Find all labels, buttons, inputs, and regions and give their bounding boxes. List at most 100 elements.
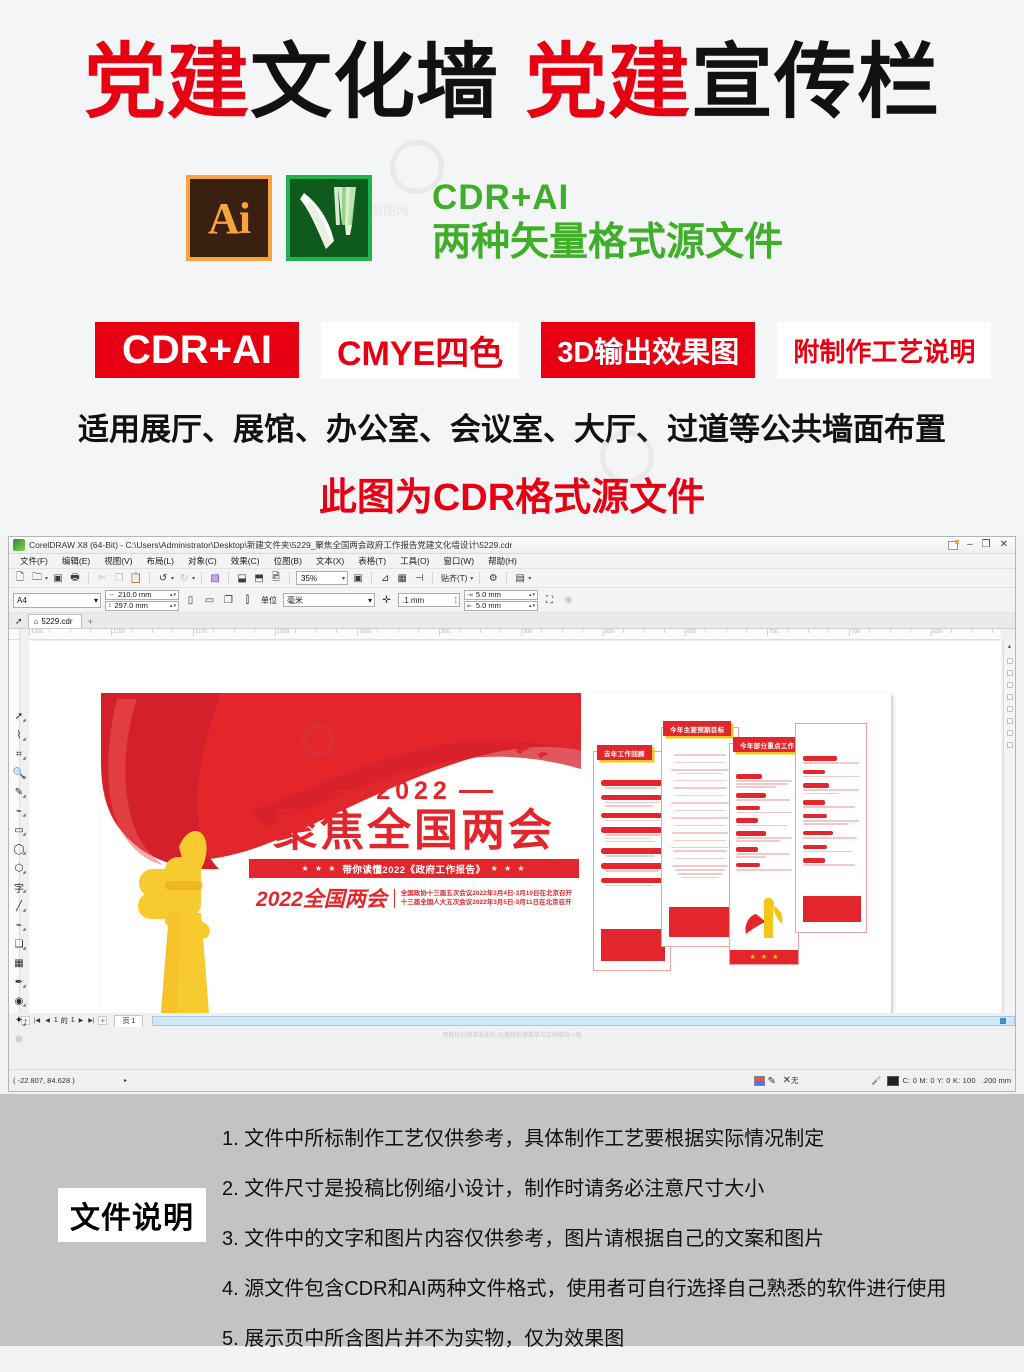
page-width-field[interactable]: ↔ 210.0 mm ▴▾ [105, 589, 179, 600]
document-tab-5229[interactable]: ⌂ 5229.cdr [27, 614, 82, 628]
menu-bitmaps[interactable]: 位图(B) [267, 555, 309, 567]
publish-pdf-icon[interactable]: 🖻 [269, 571, 283, 585]
page-tab-1[interactable]: 页 1 [114, 1014, 144, 1027]
page-preset-combo[interactable]: A4 ▾ [13, 592, 101, 608]
next-page-button[interactable]: ▶ [78, 1017, 85, 1024]
snap-off-icon[interactable]: ⊕ [561, 593, 576, 608]
menu-effects[interactable]: 效果(C) [224, 555, 267, 567]
menu-table[interactable]: 表格(T) [351, 555, 393, 567]
undo-dropdown-caret[interactable]: ▾ [171, 575, 174, 582]
import-icon[interactable]: ▨ [208, 571, 222, 585]
smart-drawing-tool-icon[interactable]: ✦ [10, 1013, 28, 1028]
snap-to-label[interactable]: 贴齐(T) [439, 573, 469, 584]
menu-tools[interactable]: 工具(O) [393, 555, 436, 567]
portrait-icon[interactable]: ▯ [183, 593, 198, 608]
smart-fill-tool-icon[interactable]: ⌁ [10, 804, 28, 819]
print-icon[interactable]: 🖶 [68, 571, 82, 585]
scrollbar-thumb[interactable] [1000, 1017, 1006, 1024]
parallel-dimension-tool-icon[interactable]: ╱ [10, 899, 28, 914]
close-button[interactable]: ✕ [1000, 540, 1008, 550]
unit-combo[interactable]: 毫米 ▾ [283, 593, 375, 607]
current-page-icon[interactable]: ⫿ [240, 593, 255, 608]
save-icon[interactable]: ▣ [51, 571, 65, 585]
docker-dot[interactable] [1006, 694, 1013, 700]
shape-tool-icon[interactable]: ⌇ [10, 728, 28, 743]
duplicate-y-field[interactable]: ⇤ 5.0 mm ▴▾ [464, 600, 538, 611]
new-document-icon[interactable]: 🗋 [13, 571, 27, 585]
align-icon[interactable]: ⊣ [412, 571, 426, 585]
horizontal-scrollbar[interactable] [152, 1015, 1015, 1026]
vertical-scrollbar[interactable]: ▲ [1003, 641, 1015, 1013]
crop-tool-icon[interactable]: ⌗ [10, 747, 28, 762]
view-mode-icon[interactable]: ▤ [513, 571, 527, 585]
prev-page-button[interactable]: ◀ [44, 1017, 51, 1024]
ellipse-tool-icon[interactable]: ◯ [10, 842, 28, 857]
fill-color-swatch[interactable] [886, 1075, 899, 1086]
open-folder-icon[interactable]: 🗀 [30, 571, 44, 585]
options-gear-icon[interactable]: ⚙ [486, 571, 500, 585]
menu-window[interactable]: 窗口(W) [436, 555, 481, 567]
outline-tool-icon[interactable]: ⊕ [10, 1032, 28, 1047]
undo-icon[interactable]: ↺ [156, 571, 170, 585]
transparency-tool-icon[interactable]: ▦ [10, 956, 28, 971]
zoom-level-combo[interactable]: 35% ▾ [296, 571, 349, 585]
color-eyedropper-tool-icon[interactable]: ✒ [10, 975, 28, 990]
docker-dot[interactable] [1006, 670, 1013, 676]
nudge-spinner[interactable]: ⁞ [455, 596, 457, 605]
docker-dot[interactable] [1006, 682, 1013, 688]
open-dropdown-caret[interactable]: ▾ [45, 575, 48, 582]
menu-view[interactable]: 视图(V) [97, 555, 139, 567]
straight-line-connector-icon[interactable]: ⌁ [10, 918, 28, 933]
text-tool-icon[interactable]: 字 [10, 880, 28, 895]
export-icon[interactable]: ⬓ [235, 571, 249, 585]
duplicate-x-field[interactable]: ⇥ 5.0 mm ▴▾ [464, 589, 538, 600]
dup-y-spinner[interactable]: ▴▾ [529, 603, 536, 609]
view-mode-caret[interactable]: ▾ [528, 575, 531, 582]
menu-text[interactable]: 文本(X) [309, 555, 351, 567]
first-page-button[interactable]: |◀ [33, 1017, 41, 1024]
snap-dropdown-caret[interactable]: ▾ [470, 575, 473, 582]
page-height-field[interactable]: ↕ 297.0 mm ▴▾ [105, 600, 179, 611]
zoom-tool-icon[interactable]: 🔍 [10, 766, 28, 781]
last-page-button[interactable]: ▶| [87, 1017, 95, 1024]
freehand-tool-icon[interactable]: ✎ [10, 785, 28, 800]
launch-icon[interactable]: ⊿ [378, 571, 392, 585]
minimize-button[interactable]: – [967, 540, 973, 550]
new-tab-button[interactable]: + [82, 617, 100, 628]
landscape-icon[interactable]: ▭ [202, 593, 217, 608]
treat-as-filled-icon[interactable]: ⛶ [542, 593, 557, 608]
status-expand-icon[interactable]: ▸ [123, 1077, 128, 1084]
docker-dot[interactable] [1006, 742, 1013, 748]
grid-icon[interactable]: ▦ [395, 571, 409, 585]
ruler-origin-corner[interactable] [9, 629, 20, 640]
page-sheet[interactable]: 2022 聚焦全国两会 ★ ★ ★ 带你读懂2022《政府工作报告》 ★ ★ ★… [101, 693, 891, 1013]
document-palette-swatch[interactable] [753, 1075, 765, 1086]
interactive-fill-tool-icon[interactable]: ◉ [10, 994, 28, 1009]
export-to-icon[interactable]: ⬒ [252, 571, 266, 585]
add-page-end-button[interactable]: ＋ [98, 1016, 108, 1025]
scroll-up-button[interactable]: ▲ [1004, 641, 1015, 652]
fullscreen-preview-icon[interactable]: ▣ [351, 571, 365, 585]
docker-dot[interactable] [1006, 658, 1013, 664]
all-pages-icon[interactable]: ❐ [221, 593, 236, 608]
drawing-canvas[interactable]: 2022 聚焦全国两会 ★ ★ ★ 带你读懂2022《政府工作报告》 ★ ★ ★… [29, 641, 1001, 1013]
nudge-field[interactable]: .1 mm ⁞ [398, 593, 460, 607]
maximize-button[interactable]: ❐ [982, 540, 991, 550]
dup-x-spinner[interactable]: ▴▾ [529, 592, 536, 598]
docker-dot[interactable] [1006, 706, 1013, 712]
docker-dot[interactable] [1006, 718, 1013, 724]
horizontal-ruler[interactable]: 1200 1150 1100 1050 1000 950 900 850 800… [29, 629, 1001, 640]
menu-help[interactable]: 帮助(H) [481, 555, 524, 567]
width-spinner[interactable]: ▴▾ [170, 592, 177, 598]
menu-layout[interactable]: 布局(L) [140, 555, 181, 567]
docker-dot[interactable] [1006, 730, 1013, 736]
menu-file[interactable]: 文件(F) [13, 555, 55, 567]
restore-icon[interactable] [948, 539, 960, 550]
height-spinner[interactable]: ▴▾ [170, 603, 177, 609]
pick-tool-icon[interactable]: ➚ [10, 709, 28, 724]
drop-shadow-tool-icon[interactable]: ❏ [10, 937, 28, 952]
menu-object[interactable]: 对象(C) [181, 555, 224, 567]
menu-edit[interactable]: 编辑(E) [55, 555, 97, 567]
rectangle-tool-icon[interactable]: ▭ [10, 823, 28, 838]
polygon-tool-icon[interactable]: ⬡ [10, 861, 28, 876]
